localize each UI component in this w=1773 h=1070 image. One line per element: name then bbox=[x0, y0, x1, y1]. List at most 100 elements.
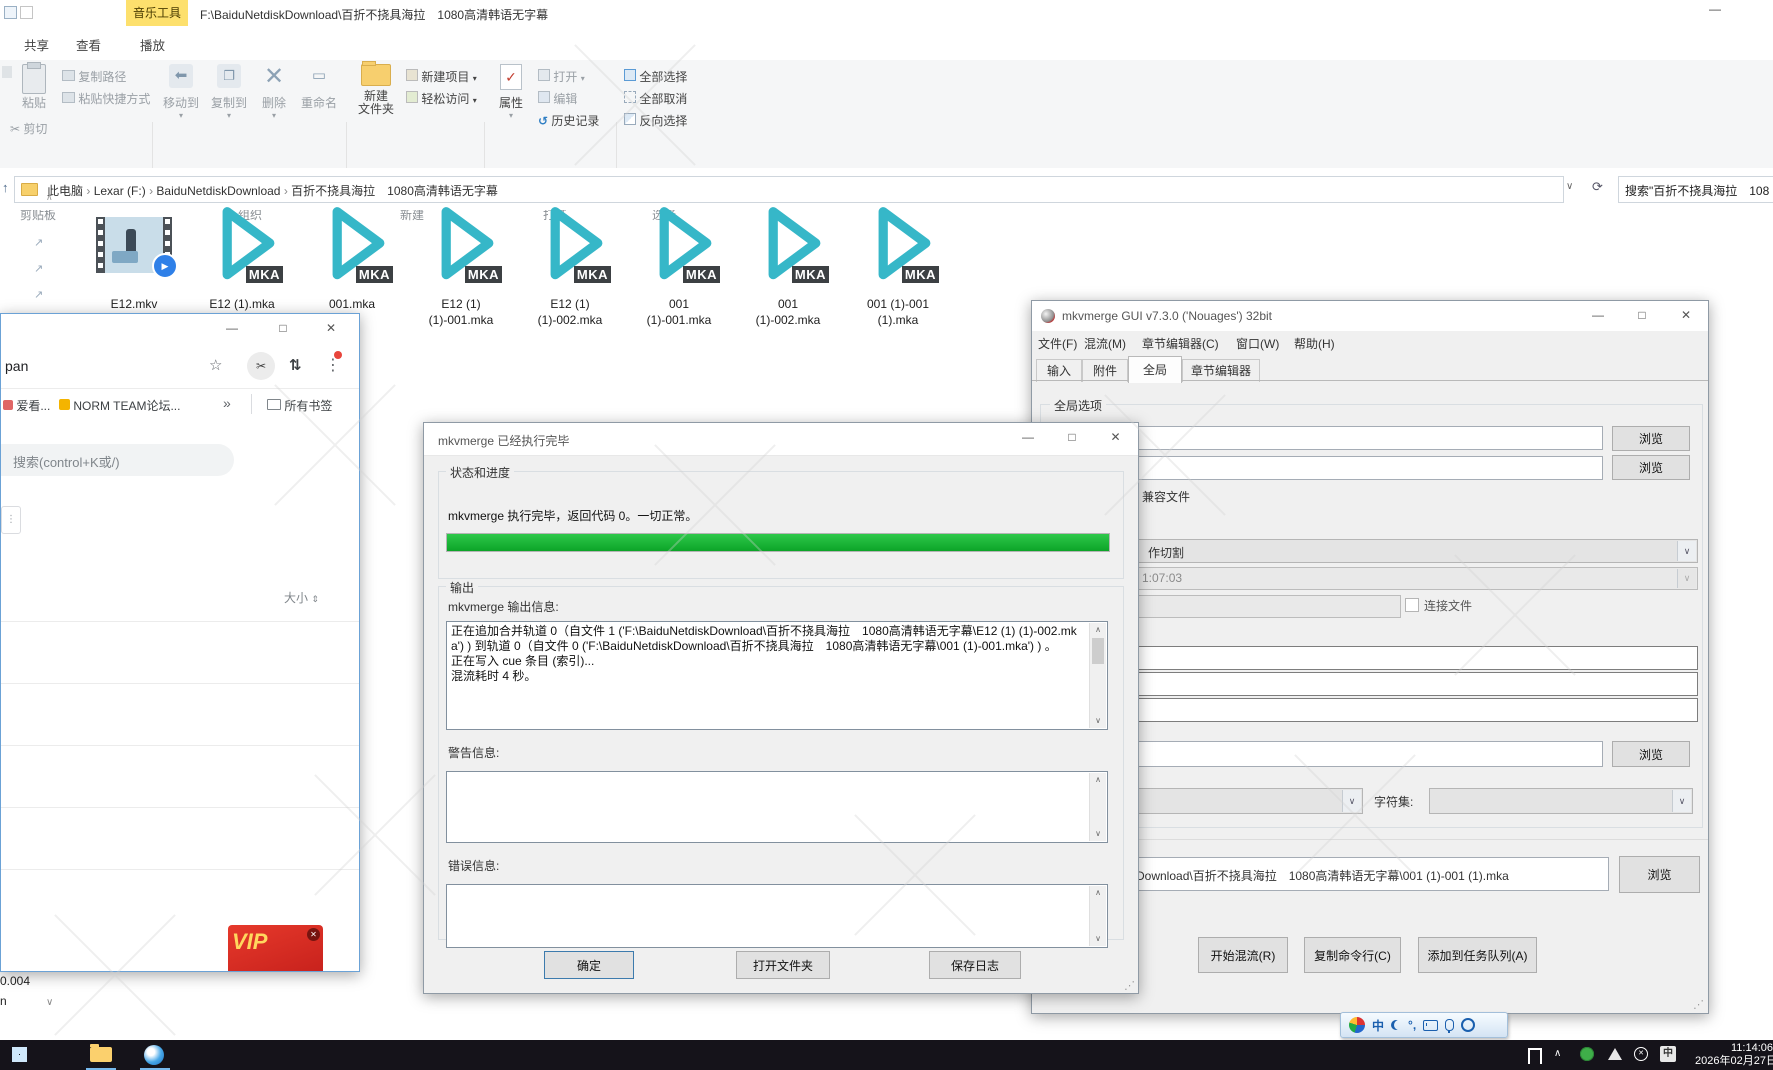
browse-button-2[interactable]: 浏览 bbox=[1612, 455, 1690, 480]
paste-button[interactable]: 粘贴 bbox=[8, 64, 60, 111]
tab-chapter-editor[interactable]: 章节编辑器 bbox=[1182, 359, 1260, 382]
charset-dropdown[interactable]: ∨ bbox=[1429, 788, 1693, 814]
save-log-button[interactable]: 保存日志 bbox=[929, 951, 1021, 979]
previous-segment-input[interactable] bbox=[1044, 672, 1698, 696]
bookmark-item[interactable]: 爱看... bbox=[3, 397, 50, 414]
menu-chapter-editor[interactable]: 章节编辑器(C) bbox=[1142, 335, 1219, 352]
copy-path-button[interactable]: 复制路径 bbox=[62, 68, 126, 85]
all-bookmarks-button[interactable]: 所有书签 bbox=[267, 397, 332, 414]
browser-close-button[interactable]: ✕ bbox=[311, 314, 351, 343]
dialog-minimize-button[interactable]: — bbox=[1006, 423, 1050, 452]
add-to-jobqueue-button[interactable]: 添加到任务队列(A) bbox=[1418, 937, 1537, 973]
file-e12-1-1-002-mka[interactable]: MKA E12 (1)(1)-002.mka bbox=[522, 199, 618, 333]
quick-access-icon-2[interactable] bbox=[20, 6, 33, 19]
ime-logo-icon[interactable] bbox=[1349, 1017, 1365, 1033]
new-item-button[interactable]: 新建项目 ▾ bbox=[406, 68, 477, 85]
navpane-scroll-down-icon[interactable]: ∨ bbox=[46, 997, 53, 1008]
scrollbar-thumb[interactable] bbox=[1092, 638, 1104, 664]
file-e12-1-1-001-mka[interactable]: MKA E12 (1)(1)-001.mka bbox=[413, 199, 509, 333]
properties-button[interactable]: ✓ 属性 ▾ bbox=[490, 64, 532, 120]
easy-access-button[interactable]: 轻松访问 ▾ bbox=[406, 90, 477, 107]
drag-handle-widget[interactable]: ⋮ bbox=[1, 506, 21, 534]
tray-wifi-icon[interactable] bbox=[1608, 1048, 1622, 1060]
ime-language-bar[interactable]: 中 °, bbox=[1340, 1012, 1508, 1038]
taskbar-explorer-icon[interactable] bbox=[90, 1047, 112, 1062]
mkvgui-maximize-button[interactable]: □ bbox=[1620, 301, 1664, 330]
menu-window[interactable]: 窗口(W) bbox=[1236, 335, 1279, 352]
tab-share[interactable]: 共享 bbox=[24, 35, 49, 54]
edit-button[interactable]: 编辑 bbox=[538, 90, 577, 107]
dialog-close-button[interactable]: ✕ bbox=[1094, 423, 1137, 452]
ime-chinese-mode-icon[interactable]: 中 bbox=[1372, 1017, 1384, 1034]
ime-punctuation-icon[interactable]: °, bbox=[1408, 1018, 1416, 1032]
scroll-up-icon[interactable]: ∧ bbox=[1090, 623, 1106, 637]
start-muxing-button[interactable]: 开始混流(R) bbox=[1198, 937, 1288, 973]
resize-grip-icon[interactable]: ⋰ bbox=[1124, 979, 1135, 992]
url-text[interactable]: pan bbox=[5, 358, 28, 374]
taskbar-browser-icon[interactable] bbox=[144, 1045, 164, 1065]
breadcrumb-lexar-f[interactable]: Lexar (F:) bbox=[94, 184, 146, 198]
address-dropdown-button[interactable]: ∨ bbox=[1566, 181, 1573, 192]
start-button[interactable] bbox=[12, 1047, 27, 1062]
navpane-scroll-up-icon[interactable]: ∧ bbox=[46, 192, 53, 203]
tray-volume-muted-icon[interactable]: ✕ bbox=[1634, 1047, 1648, 1061]
tray-ime-icon[interactable]: 中 bbox=[1660, 1046, 1676, 1062]
contextual-tab-music-tools[interactable]: 音乐工具 bbox=[126, 0, 188, 26]
menu-mux[interactable]: 混流(M) bbox=[1084, 335, 1126, 352]
scroll-up-icon[interactable]: ∧ bbox=[1090, 886, 1106, 900]
ok-button[interactable]: 确定 bbox=[544, 951, 634, 979]
open-folder-button[interactable]: 打开文件夹 bbox=[736, 951, 830, 979]
tab-global-active[interactable]: 全局 bbox=[1128, 356, 1182, 383]
ime-mic-icon[interactable] bbox=[1445, 1019, 1454, 1031]
file-title-input[interactable] bbox=[1135, 426, 1603, 450]
copy-to-button[interactable]: ❐ 复制到 ▾ bbox=[206, 64, 252, 120]
ime-fullwidth-icon[interactable] bbox=[1391, 1020, 1401, 1030]
reader-scissors-icon[interactable]: ✂ bbox=[247, 352, 275, 380]
warnings-textarea[interactable]: ∧ ∨ bbox=[446, 771, 1108, 843]
explorer-minimize-button[interactable]: — bbox=[1700, 2, 1730, 22]
size-column-header[interactable]: 大小 ⇕ bbox=[284, 589, 319, 606]
browse-button-3[interactable]: 浏览 bbox=[1612, 741, 1690, 767]
vertical-scrollbar[interactable]: ∧ ∨ bbox=[1089, 773, 1106, 841]
explorer-search-input[interactable]: 搜索"百折不挠具海拉 108 bbox=[1618, 176, 1773, 203]
bookmark-star-icon[interactable]: ☆ bbox=[209, 356, 222, 374]
vertical-scrollbar[interactable]: ∧ ∨ bbox=[1089, 886, 1106, 946]
breadcrumb-current-folder[interactable]: 百折不挠具海拉 1080高清韩语无字幕 bbox=[291, 184, 498, 198]
bookmarks-overflow-icon[interactable]: » bbox=[223, 395, 231, 411]
move-to-button[interactable]: ⬅ 移动到 ▾ bbox=[158, 64, 204, 120]
browse-button-1[interactable]: 浏览 bbox=[1612, 426, 1690, 451]
browser-minimize-button[interactable]: — bbox=[212, 314, 252, 343]
up-arrow-button[interactable]: ↑ bbox=[2, 180, 9, 195]
refresh-button[interactable]: ⟳ bbox=[1592, 179, 1603, 195]
site-search-input[interactable]: 搜索(control+K或/) bbox=[1, 444, 234, 476]
scroll-up-icon[interactable]: ∧ bbox=[1090, 773, 1106, 787]
taskbar-clock[interactable]: 11:14:06 2026年02月27日 bbox=[1695, 1042, 1773, 1068]
invert-selection-button[interactable]: 反向选择 bbox=[624, 112, 687, 129]
browser-maximize-button[interactable]: □ bbox=[263, 314, 303, 343]
copy-commandline-button[interactable]: 复制命令行(C) bbox=[1304, 937, 1401, 973]
open-button[interactable]: 打开 ▾ bbox=[538, 68, 585, 85]
tray-show-hidden-icon[interactable]: ∧ bbox=[1554, 1048, 1561, 1059]
ad-close-icon[interactable]: ✕ bbox=[307, 928, 320, 941]
dialog-maximize-button[interactable]: □ bbox=[1050, 423, 1094, 452]
select-none-button[interactable]: 全部取消 bbox=[624, 90, 687, 107]
select-all-button[interactable]: 全部选择 bbox=[624, 68, 687, 85]
file-001-1-001-1-mka[interactable]: MKA 001 (1)-001(1).mka bbox=[850, 199, 946, 333]
menu-file[interactable]: 文件(F) bbox=[1038, 335, 1077, 352]
ime-settings-gear-icon[interactable] bbox=[1461, 1018, 1475, 1032]
file-001-1-001-mka[interactable]: MKA 001(1)-001.mka bbox=[631, 199, 727, 333]
split-mode-dropdown[interactable]: 作切割 ∨ bbox=[1044, 539, 1698, 563]
sort-extension-icon[interactable]: ⇅ bbox=[289, 356, 302, 374]
history-button[interactable]: ↺ 历史记录 bbox=[538, 112, 599, 129]
tray-usb-icon[interactable] bbox=[1528, 1048, 1542, 1064]
cut-button[interactable]: ✂ 剪切 bbox=[10, 120, 47, 137]
paste-shortcut-button[interactable]: 粘贴快捷方式 bbox=[62, 90, 150, 107]
bookmark-item-norm-team[interactable]: NORM TEAM论坛... bbox=[59, 397, 180, 414]
browse-output-button[interactable]: 浏览 bbox=[1619, 856, 1700, 893]
tab-view[interactable]: 查看 bbox=[76, 35, 101, 54]
ime-keyboard-icon[interactable] bbox=[1423, 1020, 1438, 1031]
next-segment-input[interactable] bbox=[1044, 698, 1698, 722]
resize-grip-icon[interactable]: ⋰ bbox=[1693, 998, 1704, 1011]
tab-play[interactable]: 播放 bbox=[140, 35, 165, 54]
menu-help[interactable]: 帮助(H) bbox=[1294, 335, 1335, 352]
